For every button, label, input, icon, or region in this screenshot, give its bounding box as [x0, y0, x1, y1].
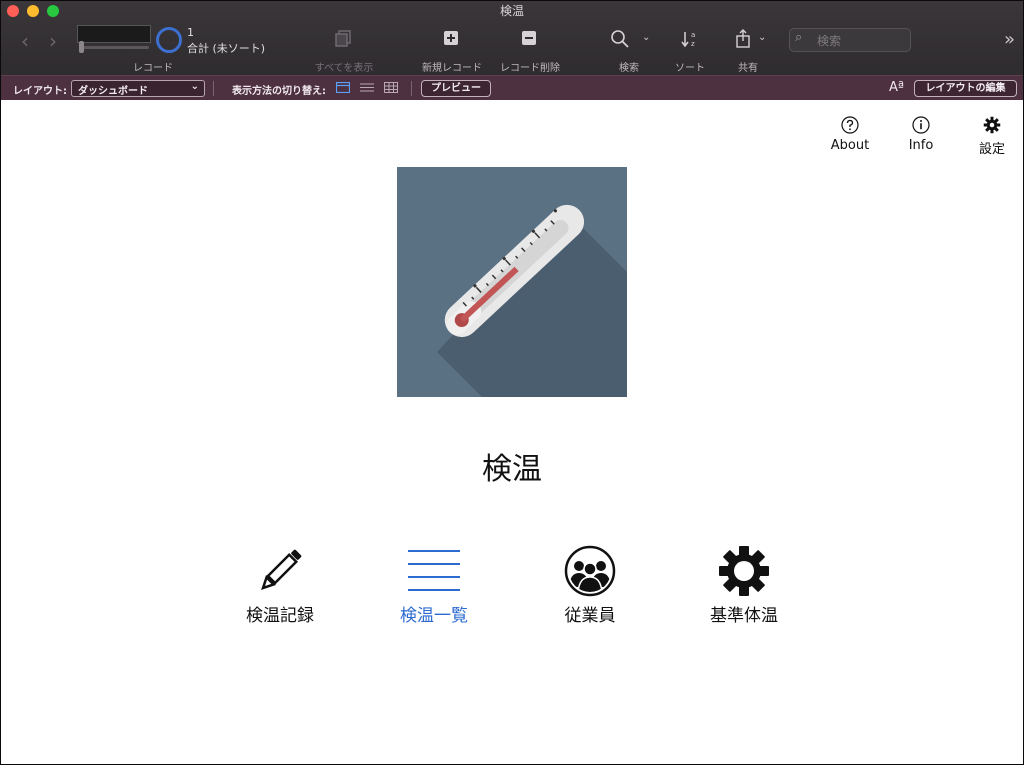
nav-standard-temperature-label: 基準体温	[710, 606, 778, 626]
records-label: レコード	[133, 63, 173, 74]
show-all-icon[interactable]	[334, 30, 352, 51]
record-total: 合計 (未ソート)	[187, 42, 266, 55]
divider	[213, 81, 214, 96]
show-all-button[interactable]: すべてを表示	[304, 59, 384, 74]
record-slider[interactable]	[79, 46, 149, 49]
search-icon[interactable]	[610, 29, 630, 52]
gear-icon	[719, 546, 769, 596]
nav-temperature-record-label: 検温記録	[246, 606, 314, 626]
info-button[interactable]: Info	[896, 116, 946, 153]
share-icon[interactable]	[734, 29, 752, 52]
settings-label: 設定	[978, 142, 1005, 157]
about-button[interactable]: About	[825, 116, 875, 153]
question-circle-icon	[841, 116, 859, 134]
dashboard-content: About Info 設定 検温 検温記録 検温一覧 従業員 基準体温	[1, 100, 1023, 764]
list-view-icon[interactable]	[360, 82, 374, 93]
nav-temperature-list-label: 検温一覧	[400, 606, 468, 626]
record-number-field[interactable]	[77, 25, 151, 43]
nav-temperature-record[interactable]: 検温記録	[215, 545, 345, 626]
preview-button[interactable]: プレビュー	[421, 80, 491, 97]
app-window: 検温 ‹ › 1 合計 (未ソート) レコード すべてを表示 新規レコード レコ…	[0, 0, 1024, 765]
quick-search-placeholder: 検索	[817, 34, 842, 48]
table-view-icon[interactable]	[384, 82, 398, 93]
previous-record-button[interactable]: ‹	[21, 29, 29, 53]
nav-standard-temperature[interactable]: 基準体温	[679, 545, 809, 626]
record-slider-knob[interactable]	[79, 41, 84, 53]
new-record-button[interactable]: 新規レコード	[416, 59, 488, 74]
sort-icon[interactable]: az	[681, 29, 699, 52]
record-progress-ring-icon	[156, 27, 182, 53]
list-icon	[408, 550, 460, 591]
layout-select-value: ダッシュボード	[78, 86, 148, 97]
search-field-icon: ⌕	[795, 30, 803, 45]
toolbar: 検温 ‹ › 1 合計 (未ソート) レコード すべてを表示 新規レコード レコ…	[1, 1, 1023, 75]
info-label: Info	[908, 138, 934, 153]
font-size-icon[interactable]: Aª	[889, 80, 904, 95]
svg-text:z: z	[691, 40, 695, 48]
nav-temperature-list[interactable]: 検温一覧	[369, 545, 499, 626]
chevron-down-icon: ⌄	[190, 81, 199, 92]
toolbar-overflow-icon[interactable]: »	[1004, 29, 1015, 50]
share-button[interactable]: 共有	[728, 59, 768, 74]
next-record-button[interactable]: ›	[49, 29, 57, 53]
info-circle-icon	[912, 116, 930, 134]
about-label: About	[830, 138, 870, 153]
layout-label: レイアウト:	[13, 86, 67, 97]
nav-employees-label: 従業員	[564, 606, 616, 626]
quick-search-field[interactable]	[789, 28, 911, 52]
view-switch-label: 表示方法の切り替え:	[232, 86, 326, 97]
settings-button[interactable]: 設定	[967, 116, 1017, 157]
nav-employees[interactable]: 従業員	[525, 545, 655, 626]
delete-record-icon[interactable]	[521, 30, 537, 49]
app-title: 検温	[482, 452, 542, 487]
people-icon	[564, 545, 616, 597]
search-options-chevron-icon[interactable]: ⌄	[642, 32, 650, 43]
form-view-icon[interactable]	[336, 82, 350, 93]
new-record-icon[interactable]	[443, 30, 459, 49]
record-count: 1	[187, 26, 194, 39]
sort-button[interactable]: ソート	[670, 59, 710, 74]
gear-icon	[983, 116, 1001, 134]
thermometer-icon	[397, 167, 627, 397]
share-options-chevron-icon[interactable]: ⌄	[758, 32, 766, 43]
edit-layout-button[interactable]: レイアウトの編集	[914, 80, 1017, 97]
layout-select[interactable]: ダッシュボード ⌄	[71, 80, 205, 97]
layout-bar: レイアウト: ダッシュボード ⌄ 表示方法の切り替え: プレビュー Aª レイア…	[1, 75, 1023, 101]
delete-record-button[interactable]: レコード削除	[494, 59, 566, 74]
search-button[interactable]: 検索	[609, 59, 649, 74]
divider	[411, 81, 412, 96]
svg-text:a: a	[691, 31, 695, 39]
pencil-icon	[261, 549, 302, 590]
window-title: 検温	[499, 4, 524, 18]
